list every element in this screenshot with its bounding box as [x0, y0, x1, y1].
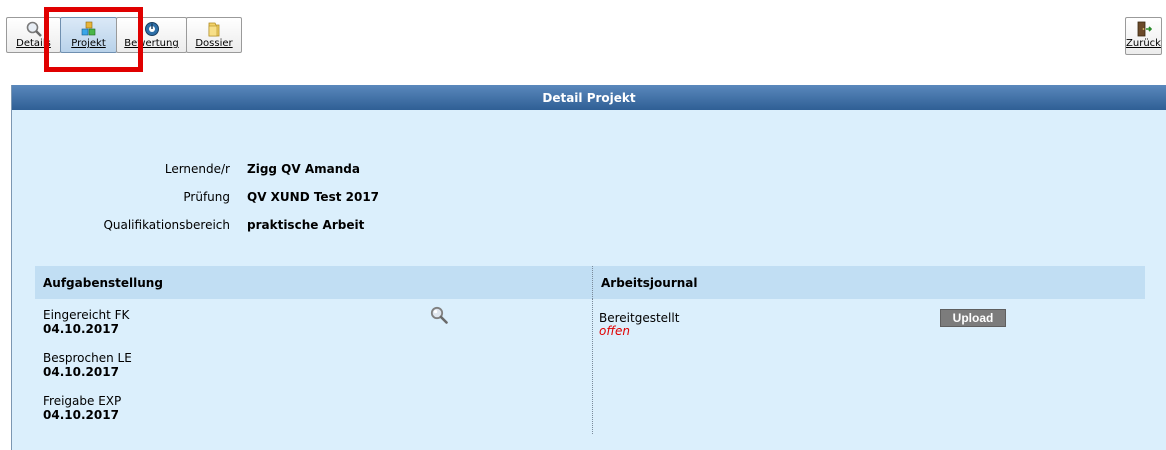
- cubes-icon: [81, 21, 95, 36]
- detail-panel: Detail Projekt Lernende/r Zigg QV Amanda…: [11, 85, 1166, 450]
- bewertung-button[interactable]: Bewertung: [116, 17, 187, 53]
- dossier-label: Dossier: [195, 38, 233, 49]
- info-value: Zigg QV Amanda: [247, 162, 360, 176]
- journal-status: offen: [599, 324, 630, 338]
- panel-title: Detail Projekt: [12, 85, 1166, 110]
- entry-freigabe: Freigabe EXP 04.10.2017: [43, 394, 121, 422]
- upload-button[interactable]: Upload: [940, 309, 1006, 327]
- back-label: Zurück: [1126, 38, 1161, 49]
- magnifier-icon[interactable]: [430, 306, 448, 324]
- info-label: Prüfung: [183, 190, 230, 204]
- journal-entry: Bereitgestellt offen: [599, 312, 679, 338]
- projekt-button[interactable]: Projekt: [60, 17, 117, 53]
- projekt-label: Projekt: [71, 38, 106, 49]
- folder-icon: [208, 22, 220, 37]
- info-label: Lernende/r: [164, 162, 230, 176]
- section-divider: [592, 299, 593, 434]
- gauge-icon: [144, 22, 159, 36]
- entry-date: 04.10.2017: [43, 408, 119, 422]
- details-button[interactable]: Details: [6, 17, 61, 53]
- dossier-button[interactable]: Dossier: [186, 17, 242, 53]
- entry-date: 04.10.2017: [43, 365, 119, 379]
- info-row-qualifikationsbereich: Qualifikationsbereich praktische Arbeit: [12, 215, 612, 235]
- entry-date: 04.10.2017: [43, 322, 119, 336]
- info-row-lernende: Lernende/r Zigg QV Amanda: [12, 159, 612, 179]
- exit-door-icon: [1137, 21, 1152, 37]
- entry-besprochen: Besprochen LE 04.10.2017: [43, 351, 132, 379]
- info-row-pruefung: Prüfung QV XUND Test 2017: [12, 187, 612, 207]
- entry-label: Besprochen LE: [43, 351, 132, 365]
- bewertung-label: Bewertung: [124, 38, 179, 49]
- back-button[interactable]: Zurück: [1125, 17, 1162, 55]
- magnifier-icon: [26, 21, 42, 37]
- info-value: praktische Arbeit: [247, 218, 365, 232]
- aufgabenstellung-header: Aufgabenstellung: [35, 266, 592, 299]
- toolbar: Details Projekt Bewertung Dossier: [6, 17, 242, 55]
- arbeitsjournal-header: Arbeitsjournal: [592, 266, 1145, 299]
- info-label: Qualifikationsbereich: [103, 218, 230, 232]
- details-label: Details: [16, 38, 51, 49]
- entry-label: Eingereicht FK: [43, 308, 130, 322]
- entry-eingereicht: Eingereicht FK 04.10.2017: [43, 308, 129, 336]
- entry-label: Freigabe EXP: [43, 394, 122, 408]
- info-value: QV XUND Test 2017: [247, 190, 380, 204]
